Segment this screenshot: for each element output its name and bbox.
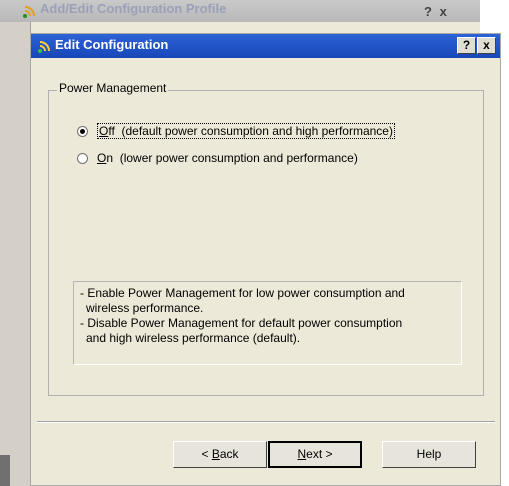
power-on-label: On (lower power consumption and performa…: [97, 151, 358, 165]
edit-configuration-dialog: Edit Configuration ? x Power Management …: [30, 33, 501, 486]
dialog-titlebar[interactable]: Edit Configuration ? x: [31, 34, 500, 58]
power-on-option[interactable]: On (lower power consumption and performa…: [77, 151, 358, 165]
dialog-title: Edit Configuration: [55, 37, 169, 52]
help-title-button[interactable]: ?: [457, 37, 476, 54]
help-button[interactable]: Help: [382, 441, 476, 468]
power-off-option[interactable]: Off (default power consumption and high …: [77, 123, 395, 139]
back-button[interactable]: < Back: [173, 441, 267, 468]
background-window-titlebar[interactable]: Add/Edit Configuration Profile ? x: [0, 0, 480, 22]
background-help-button[interactable]: ?: [424, 4, 434, 19]
info-line: and high wireless performance (default).: [86, 331, 301, 345]
power-management-label: Power Management: [57, 81, 169, 95]
background-window-scroll-sliver: [0, 455, 10, 486]
power-off-radio[interactable]: [77, 125, 88, 137]
power-on-radio[interactable]: [77, 152, 88, 164]
close-button[interactable]: x: [477, 37, 496, 54]
power-management-info: - Enable Power Management for low power …: [73, 281, 462, 365]
wireless-icon: [38, 41, 50, 53]
info-line: - Enable Power Management for low power …: [80, 286, 405, 300]
wireless-icon: [23, 6, 35, 18]
background-window-edge: [0, 22, 31, 486]
power-off-label: Off (default power consumption and high …: [97, 123, 395, 139]
info-line: wireless performance.: [86, 301, 204, 315]
button-separator: [37, 421, 495, 423]
background-close-button[interactable]: x: [440, 4, 449, 19]
info-line: - Disable Power Management for default p…: [80, 316, 403, 330]
background-window-title: Add/Edit Configuration Profile: [40, 1, 227, 16]
next-button[interactable]: Next >: [268, 441, 362, 468]
